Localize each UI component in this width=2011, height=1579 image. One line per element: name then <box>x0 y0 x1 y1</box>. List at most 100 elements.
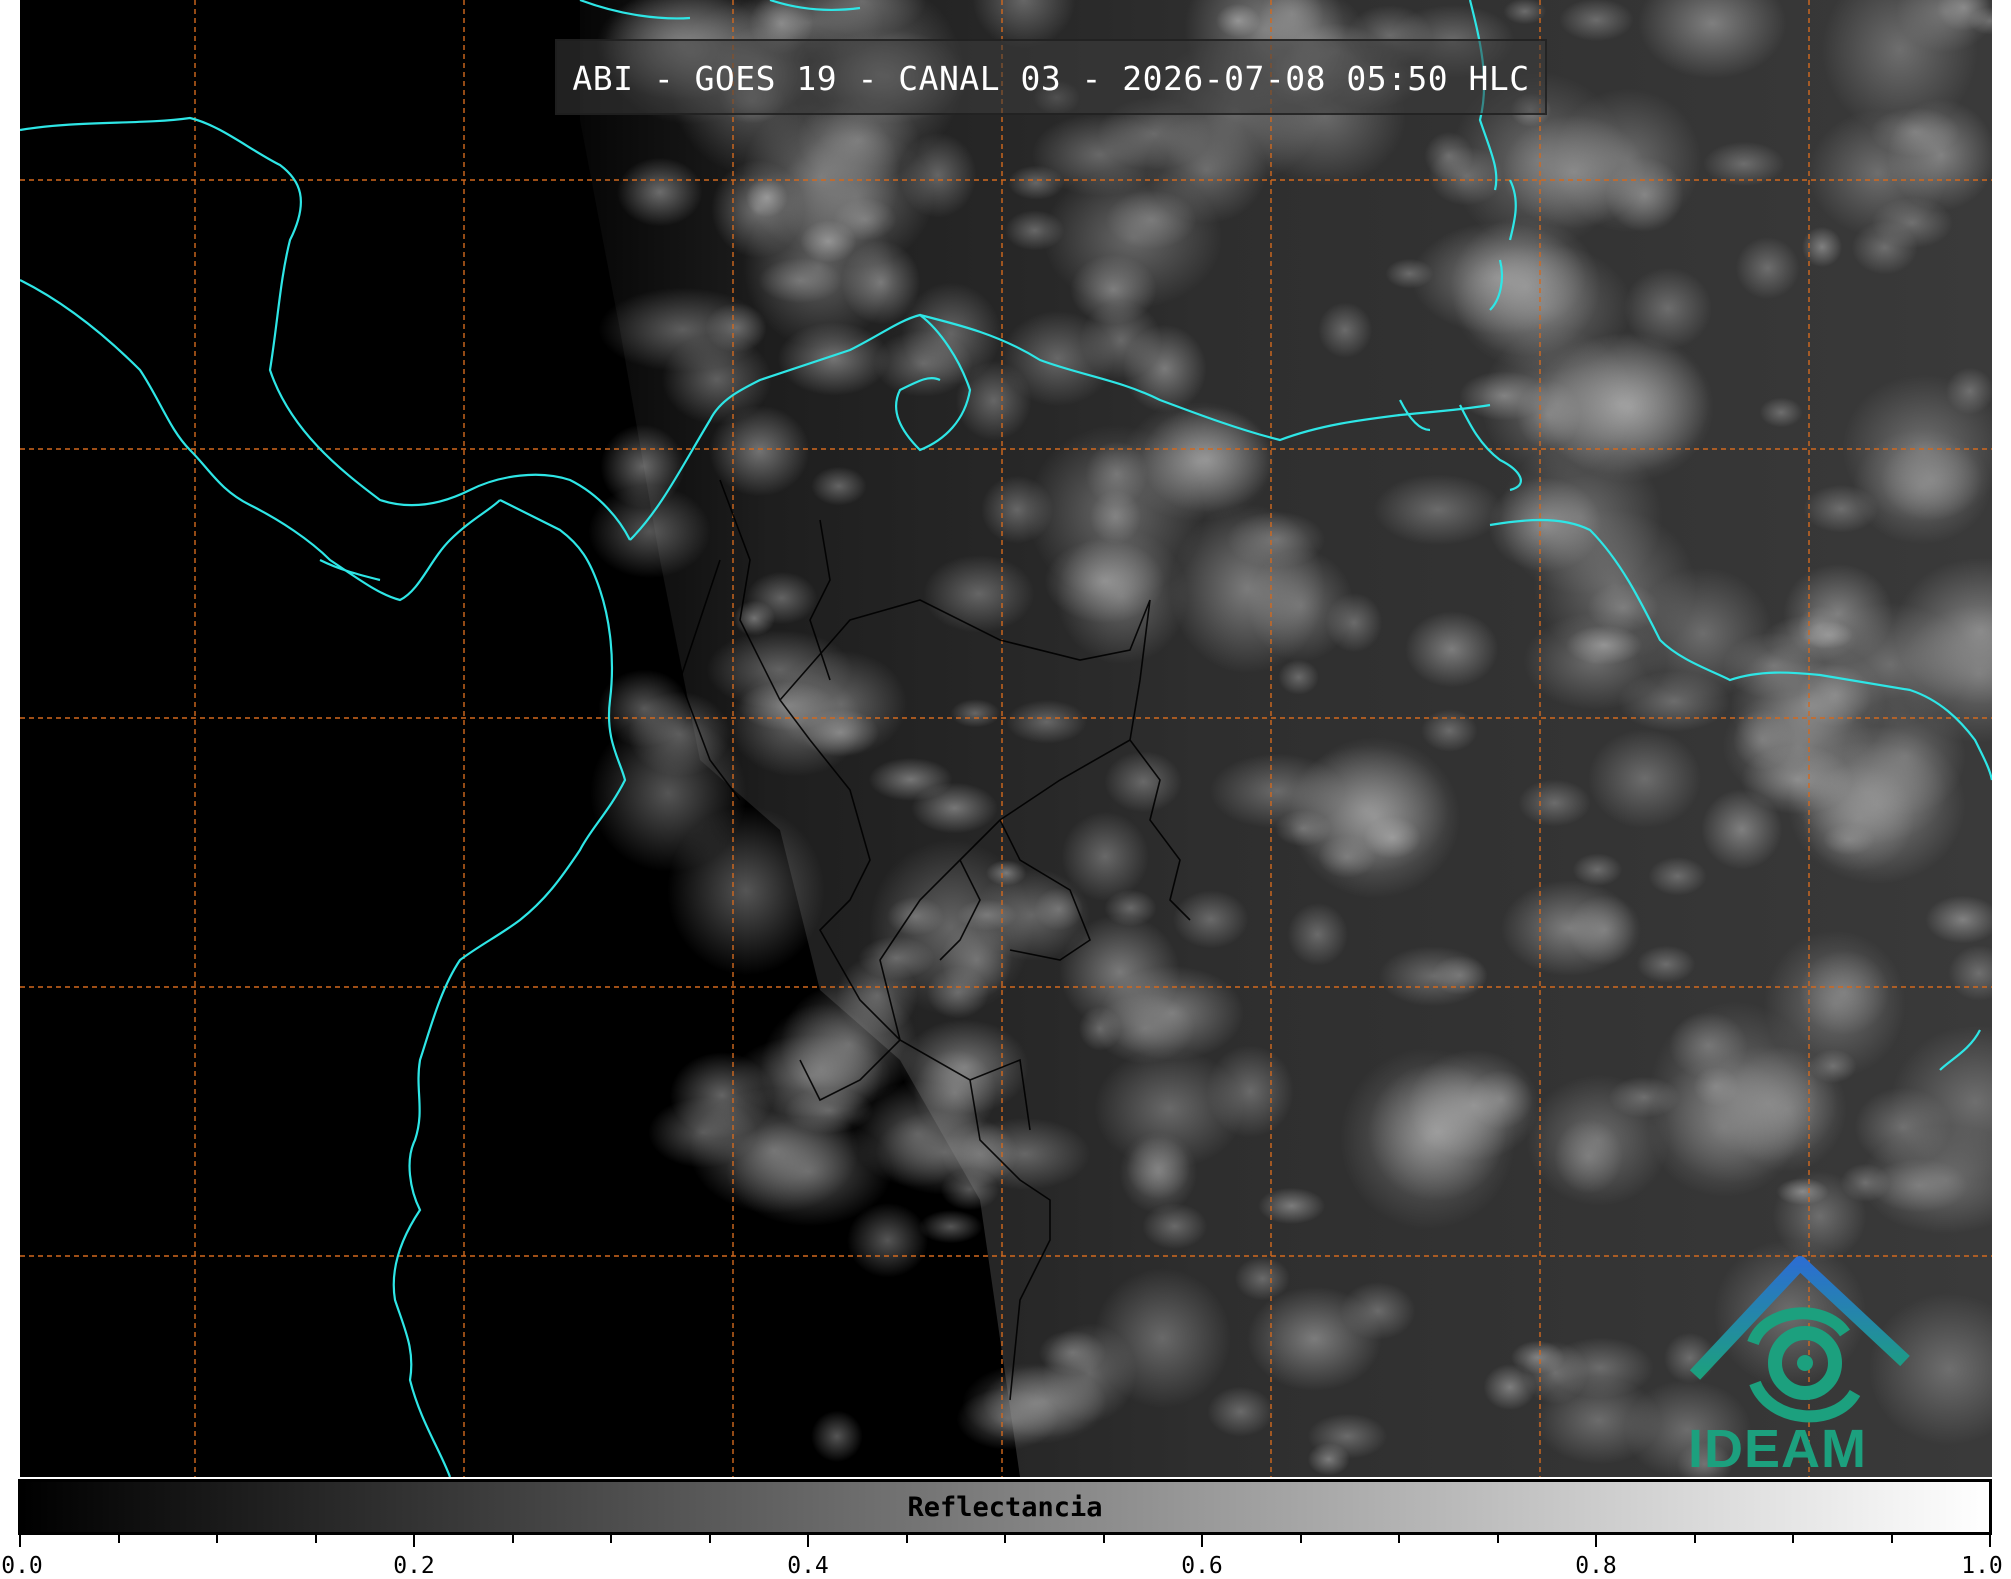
cloud-blob <box>1608 1076 1680 1118</box>
cloud-blob <box>1278 659 1319 695</box>
colorbar-tick <box>1004 1535 1006 1543</box>
cloud-blob <box>1215 3 1261 38</box>
colorbar-tick <box>1989 1535 1991 1547</box>
cloud-blob <box>729 669 863 777</box>
map-title: ABI - GOES 19 - CANAL 03 - 2026-07-08 05… <box>555 39 1547 115</box>
cloud-blob <box>1287 902 1348 967</box>
cloud-blob <box>1373 474 1503 546</box>
colorbar-tick <box>708 1535 711 1543</box>
satellite-map[interactable]: ABI - GOES 19 - CANAL 03 - 2026-07-08 05… <box>20 0 1992 1477</box>
logo-text: IDEAM <box>1688 1419 1867 1477</box>
cloud-blob <box>868 757 953 802</box>
cloud-blob <box>1289 737 1461 898</box>
cloud-blob <box>1226 511 1326 568</box>
cloud-blob <box>1043 167 1223 309</box>
colorbar-tick-label: 0.0 <box>1 1553 43 1579</box>
colorbar-tick <box>610 1535 612 1543</box>
colorbar-tick <box>1398 1535 1400 1543</box>
cloud-blob <box>811 466 867 506</box>
cloud-blob <box>1235 1256 1290 1301</box>
cloud-blob <box>1887 99 1992 211</box>
colorbar-tick <box>1595 1535 1597 1547</box>
cloud-blob <box>1140 406 1273 513</box>
cloud-blob <box>1843 697 1967 816</box>
colorbar-label: Reflectancia <box>907 1492 1103 1523</box>
cloud-blob <box>1741 744 1853 815</box>
cloud-blob <box>1546 1337 1654 1399</box>
cloud-blob <box>940 1168 999 1211</box>
colorbar-tick <box>1792 1535 1794 1543</box>
colorbar-tick <box>905 1535 908 1543</box>
cloud-blob <box>858 936 935 980</box>
cloud-blob <box>1119 1131 1198 1214</box>
cloud-blob <box>800 220 857 263</box>
cloud-blob <box>667 806 825 976</box>
cloud-blob <box>1421 709 1478 752</box>
cloud-blob <box>1405 611 1499 688</box>
colorbar-tick-label: 0.8 <box>1575 1553 1617 1579</box>
cloud-blob <box>1007 165 1065 200</box>
cloud-blob <box>847 1202 929 1278</box>
cloud-blob <box>1006 700 1088 744</box>
cloud-blob <box>1776 1178 1829 1205</box>
cloud-blob <box>1840 1163 1891 1202</box>
cloud-blob <box>1104 889 1157 927</box>
cloud-blob <box>1481 328 1635 479</box>
cloud-blob <box>1172 890 1249 949</box>
colorbar-tick <box>216 1535 218 1543</box>
colorbar-tick <box>1201 1535 1203 1547</box>
cloud-blob <box>841 240 921 325</box>
cloud-blob <box>1853 428 1992 545</box>
colorbar-tick <box>1299 1535 1302 1543</box>
colorbar-tick <box>19 1535 21 1547</box>
cloud-blob <box>950 699 1000 728</box>
cloud-blob <box>887 896 944 936</box>
colorbar-tick <box>1496 1535 1499 1543</box>
cloud-blob <box>1317 835 1377 879</box>
cloud-blob <box>918 1210 983 1244</box>
colorbar-tick <box>413 1535 415 1547</box>
cloud-blob <box>1559 0 1634 42</box>
colorbar-tick-label: 0.6 <box>1181 1553 1223 1579</box>
cloud-blob <box>1763 615 1858 663</box>
cloud-blob <box>1735 237 1800 299</box>
colorbar-tick <box>807 1535 809 1547</box>
cloud-blob <box>648 1097 758 1168</box>
cloud-blob <box>1104 751 1182 813</box>
cloud-blob <box>1340 1282 1416 1340</box>
cloud-blob <box>1488 477 1602 572</box>
cloud-blob <box>956 1387 1059 1450</box>
cloud-blob <box>1587 729 1702 829</box>
cloud-blob <box>1693 1066 1739 1107</box>
cloud-blob <box>598 287 767 372</box>
cloud-blob <box>1759 397 1803 428</box>
cloud-blob <box>1636 945 1696 983</box>
cloud-blob <box>1207 1386 1274 1437</box>
cloud-blob <box>617 157 703 227</box>
cloud-blob <box>1123 324 1207 413</box>
colorbar-tick <box>511 1535 514 1543</box>
cloud-blob <box>923 554 1035 633</box>
cloud-blob <box>1385 258 1434 289</box>
cloud-blob <box>1432 955 1488 995</box>
cloud-blob <box>1518 779 1591 827</box>
colorbar-tick-label: 1.0 <box>1961 1553 2003 1579</box>
colorbar-tick <box>314 1535 317 1543</box>
cloud-blob <box>1258 1187 1326 1225</box>
cloud-blob <box>1945 367 1992 415</box>
colorbar: Reflectancia <box>18 1479 1992 1535</box>
cloud-blob <box>811 1410 863 1463</box>
colorbar-tick-label: 0.2 <box>393 1553 435 1579</box>
colorbar-axis: 0.0 0.2 0.4 0.6 0.8 1.0 <box>0 1535 2011 1579</box>
colorbar-tick <box>1693 1535 1696 1543</box>
cloud-blob <box>600 424 685 509</box>
cloud-blob <box>1648 856 1707 896</box>
cloud-blob <box>1307 1413 1388 1459</box>
colorbar-tick-label: 0.4 <box>787 1553 829 1579</box>
cloud-blob <box>1042 1323 1137 1423</box>
colorbar-tick <box>1102 1535 1105 1543</box>
colorbar-tick <box>1890 1535 1893 1543</box>
cloud-blob <box>1501 880 1636 977</box>
cloud-blob <box>1801 226 1843 268</box>
cloud-blob <box>1587 582 1659 633</box>
